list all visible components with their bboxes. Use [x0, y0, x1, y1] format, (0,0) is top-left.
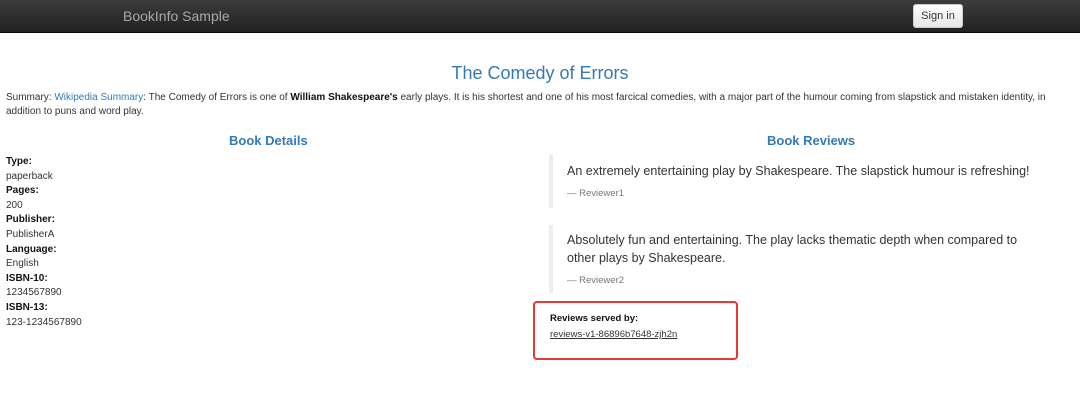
detail-label-pages: Pages:: [6, 185, 39, 197]
detail-value-language: English: [6, 258, 39, 270]
book-reviews-heading: Book Reviews: [767, 133, 856, 148]
detail-value-isbn13: 123-1234567890: [6, 316, 82, 328]
reviews-served-by-box: Reviews served by: reviews-v1-86896b7648…: [533, 301, 738, 360]
top-navbar: BookInfo Sample Sign in: [0, 0, 1080, 33]
book-details: Type: paperback Pages: 200 Publisher: Pu…: [6, 155, 82, 330]
wikipedia-summary-link[interactable]: Wikipedia Summary: [54, 92, 143, 103]
book-summary: Summary: Wikipedia Summary: The Comedy o…: [6, 91, 1074, 119]
served-by-label: Reviews served by:: [550, 313, 639, 324]
summary-label: Summary:: [6, 92, 55, 103]
review-text: An extremely entertaining play by Shakes…: [567, 164, 1030, 178]
reviewer-name: — Reviewer1: [567, 188, 625, 199]
detail-value-pages: 200: [6, 199, 23, 211]
book-details-heading: Book Details: [229, 133, 308, 148]
review-2: Absolutely fun and entertaining. The pla…: [549, 225, 1049, 293]
review-text: Absolutely fun and entertaining. The pla…: [567, 233, 1018, 265]
detail-value-publisher: PublisherA: [6, 228, 55, 240]
detail-value-isbn10: 1234567890: [6, 287, 62, 299]
detail-label-type: Type:: [6, 156, 32, 167]
reviewer-name: — Reviewer2: [567, 275, 625, 286]
detail-label-isbn13: ISBN-13:: [6, 301, 48, 313]
summary-text-start: : The Comedy of Errors is one of: [143, 92, 291, 103]
page-title: The Comedy of Errors: [451, 63, 629, 83]
detail-label-language: Language:: [6, 243, 57, 255]
detail-label-publisher: Publisher:: [6, 214, 55, 226]
review-1: An extremely entertaining play by Shakes…: [549, 154, 1049, 208]
summary-author: William Shakespeare's: [290, 92, 398, 103]
served-by-pod: reviews-v1-86896b7648-zjh2n: [550, 329, 678, 340]
detail-value-type: paperback: [6, 170, 53, 182]
app-brand[interactable]: BookInfo Sample: [123, 8, 230, 24]
detail-label-isbn10: ISBN-10:: [6, 272, 48, 284]
sign-in-button[interactable]: Sign in: [913, 4, 963, 28]
